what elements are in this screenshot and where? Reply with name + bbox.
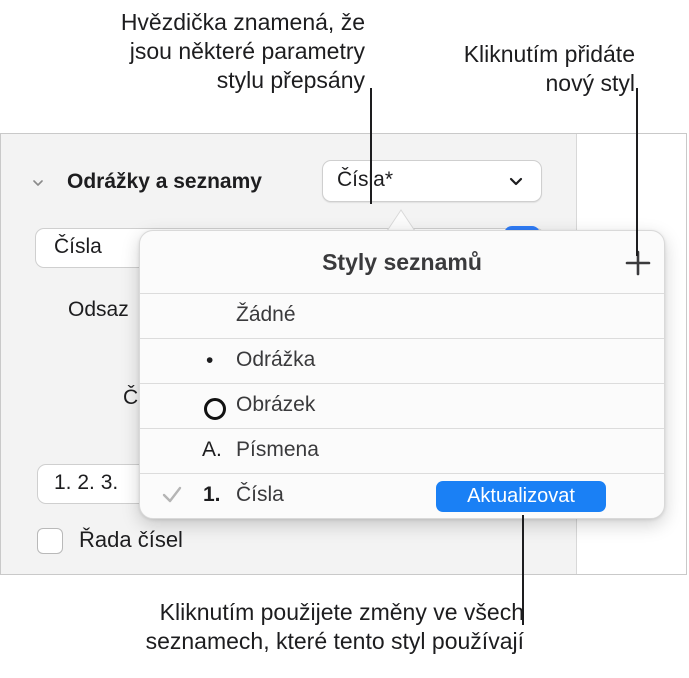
callout-add-style-text: Kliknutím přidáte nový styl (395, 40, 635, 98)
callout-update-text: Kliknutím použijete změny ve všech sezna… (20, 598, 524, 656)
bullet-marker: • (206, 349, 214, 372)
list-style-row-numbers[interactable]: 1. Čísla Aktualizovat (140, 473, 664, 518)
number-marker: 1. (203, 483, 221, 506)
plus-icon[interactable] (624, 249, 652, 277)
callout-asterisk-text: Hvězdička znamená, že jsou některé param… (40, 8, 365, 95)
list-style-popup[interactable]: Čísla* (322, 160, 542, 202)
numbering-format-value: 1. 2. 3. (54, 471, 119, 494)
callout-line: seznamech, které tento styl používají (145, 628, 524, 654)
section-title: Odrážky a seznamy (67, 170, 262, 193)
list-style-label: Písmena (236, 438, 319, 461)
callout-line: Kliknutím přidáte (463, 41, 635, 67)
list-styles-popover: Styly seznamů Žádné • Odrážka Obrázek A.… (139, 230, 665, 519)
list-style-row-bullet[interactable]: • Odrážka (140, 338, 664, 383)
indent-label: Odsaz (68, 298, 129, 321)
chevron-down-icon (509, 177, 523, 186)
checkmark-icon (162, 486, 182, 503)
callout-line: Kliknutím použijete změny ve všech (159, 599, 524, 625)
list-style-row-none[interactable]: Žádné (140, 293, 664, 338)
callout-line: stylu přepsány (216, 67, 365, 93)
list-type-value: Čísla (54, 235, 102, 258)
tiered-numbers-checkbox[interactable] (37, 528, 63, 554)
partial-label: Č (123, 386, 139, 409)
letter-marker: A. (202, 438, 222, 461)
callout-line: jsou některé parametry (129, 38, 365, 64)
list-style-row-letters[interactable]: A. Písmena (140, 428, 664, 473)
tiered-numbers-label: Řada čísel (79, 527, 183, 552)
update-style-button[interactable]: Aktualizovat (436, 481, 606, 512)
callout-line: nový styl (545, 70, 635, 96)
list-style-label: Žádné (236, 303, 296, 326)
circle-image-icon (204, 398, 226, 420)
list-style-label: Obrázek (236, 393, 316, 416)
list-style-popup-value: Čísla* (337, 168, 394, 191)
callout-line: Hvězdička znamená, že (120, 9, 365, 35)
popover-title: Styly seznamů (322, 249, 482, 275)
list-style-label: Čísla (236, 483, 284, 506)
callout-leader-line (370, 88, 372, 204)
list-style-label: Odrážka (236, 348, 316, 371)
callout-leader-line (636, 88, 638, 256)
chevron-down-icon[interactable] (33, 178, 43, 188)
list-style-row-image[interactable]: Obrázek (140, 383, 664, 428)
